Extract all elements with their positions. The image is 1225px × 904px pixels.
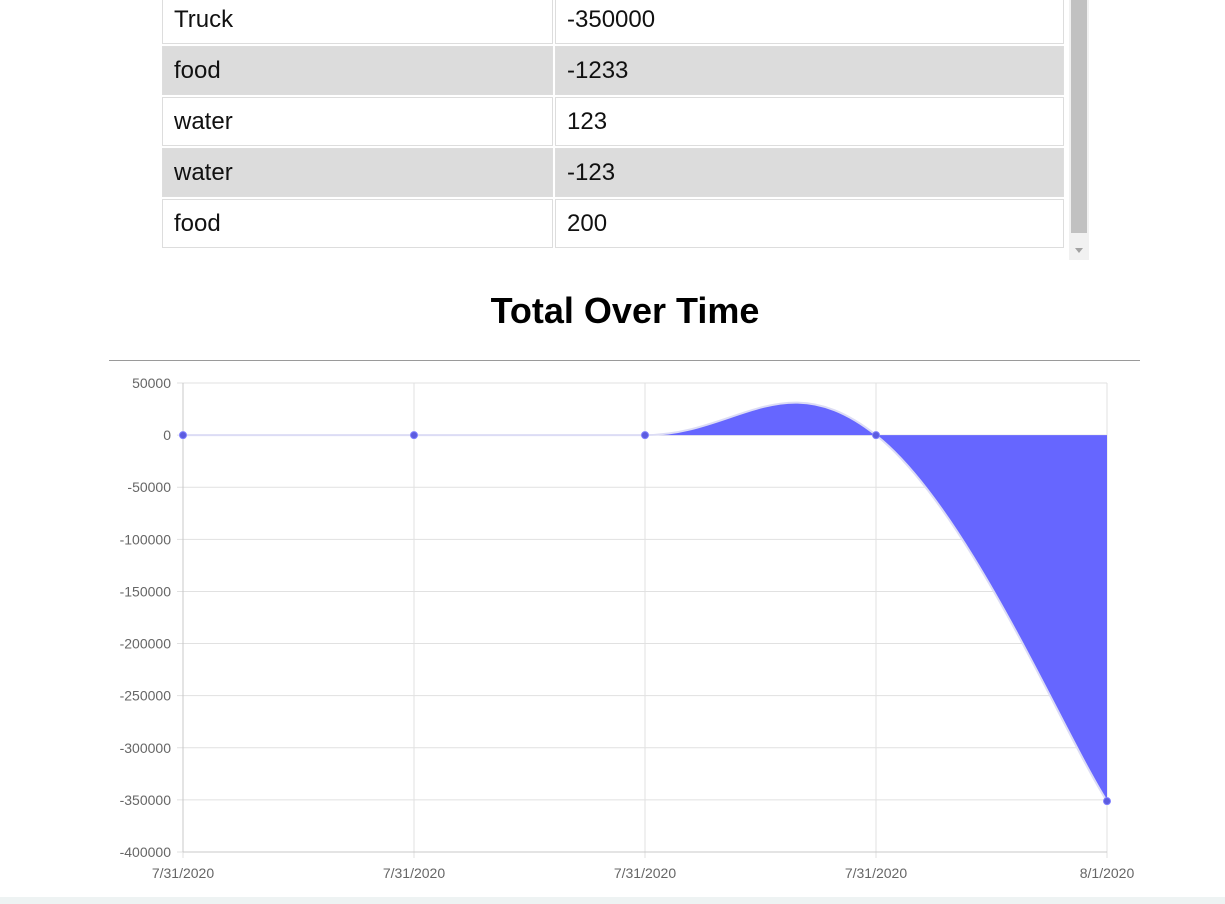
divider bbox=[109, 360, 1140, 361]
x-tick-label: 7/31/2020 bbox=[152, 865, 214, 881]
amount-cell: 200 bbox=[555, 199, 1064, 248]
table-row: water -123 bbox=[162, 148, 1064, 197]
scroll-down-arrow-icon[interactable] bbox=[1075, 248, 1083, 253]
transactions-table: Truck -350000 food -1233 water 123 water -123 fo… bbox=[160, 0, 1066, 250]
amount-cell: -123 bbox=[555, 148, 1064, 197]
page: Truck -350000 food -1233 water 123 water -123 fo… bbox=[0, 0, 1225, 904]
chart-heading: Total Over Time bbox=[490, 290, 760, 331]
bottom-bar bbox=[0, 897, 1225, 904]
y-tick-label: -250000 bbox=[120, 688, 172, 704]
transactions-table-container[interactable]: Truck -350000 food -1233 water 123 water -123 fo… bbox=[161, 0, 1089, 260]
table-row: Truck -350000 bbox=[162, 0, 1064, 44]
scrollbar-thumb[interactable] bbox=[1071, 0, 1087, 233]
table-row: food 200 bbox=[162, 199, 1064, 248]
item-name-cell: food bbox=[162, 199, 553, 248]
data-point bbox=[410, 431, 418, 440]
total-over-time-chart[interactable]: 50000 0 -50000 -100000 -150000 -200000 -250000… bbox=[0, 370, 1225, 890]
x-tick-label: 7/31/2020 bbox=[383, 865, 445, 881]
item-name-cell: food bbox=[162, 46, 553, 95]
amount-cell: 123 bbox=[555, 97, 1064, 146]
table-row: water 123 bbox=[162, 97, 1064, 146]
y-tick-label: -150000 bbox=[120, 583, 172, 599]
data-point bbox=[179, 431, 187, 440]
y-tick-label: -100000 bbox=[120, 531, 172, 547]
data-point bbox=[1103, 797, 1111, 806]
item-name-cell: water bbox=[162, 148, 553, 197]
data-point bbox=[872, 431, 880, 440]
data-point bbox=[641, 431, 649, 440]
y-tick-label: 50000 bbox=[132, 375, 171, 391]
amount-cell: -1233 bbox=[555, 46, 1064, 95]
amount-cell: -350000 bbox=[555, 0, 1064, 44]
item-name-cell: water bbox=[162, 97, 553, 146]
y-tick-label: -300000 bbox=[120, 740, 172, 756]
x-tick-label: 8/1/2020 bbox=[1080, 865, 1135, 881]
x-tick-label: 7/31/2020 bbox=[845, 865, 907, 881]
table-scrollbar[interactable] bbox=[1069, 0, 1089, 260]
x-tick-label: 7/31/2020 bbox=[614, 865, 676, 881]
y-tick-label: -50000 bbox=[127, 479, 171, 495]
y-tick-label: -350000 bbox=[120, 792, 172, 808]
y-tick-label: -400000 bbox=[120, 844, 172, 860]
table-row: food -1233 bbox=[162, 46, 1064, 95]
y-tick-label: 0 bbox=[163, 427, 171, 443]
item-name-cell: Truck bbox=[162, 0, 553, 44]
y-tick-label: -200000 bbox=[120, 636, 172, 652]
